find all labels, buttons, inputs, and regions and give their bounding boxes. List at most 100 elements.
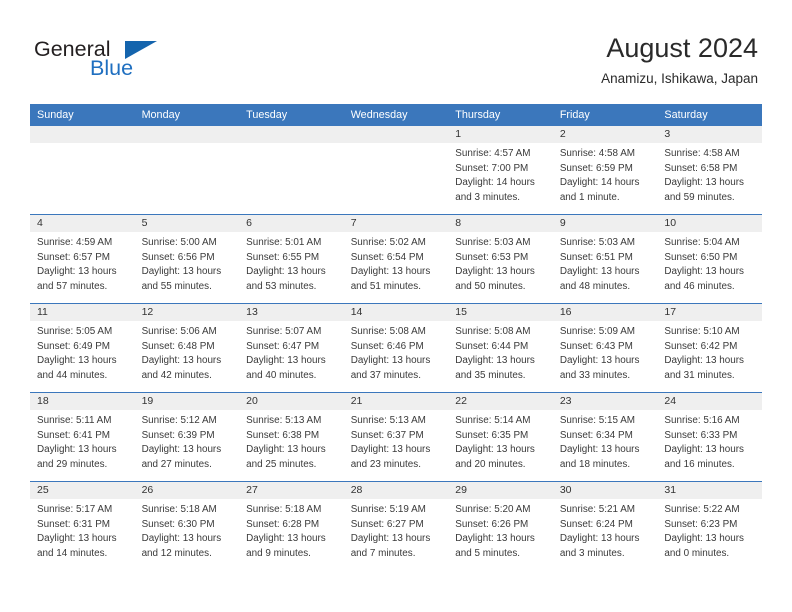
sunset-time: Sunset: 6:27 PM [350, 518, 424, 530]
calendar-day-cell-empty [134, 126, 240, 214]
day-details: Sunrise: 4:59 AM Sunset: 6:57 PM Daylight:… [30, 232, 135, 294]
day-number: 10 [657, 215, 762, 232]
day-details: Sunrise: 5:01 AM Sunset: 6:55 PM Daylight:… [239, 232, 344, 294]
sunrise-time: Sunrise: 5:08 AM [455, 326, 531, 337]
calendar-day-cell[interactable]: 26 Sunrise: 5:18 AM Sunset: 6:30 PM Dayligh… [134, 482, 240, 570]
calendar-day-cell[interactable]: 14 Sunrise: 5:08 AM Sunset: 6:46 PM Dayligh… [343, 304, 449, 392]
sunrise-time: Sunrise: 4:57 AM [455, 148, 531, 159]
calendar-day-cell[interactable]: 29 Sunrise: 5:20 AM Sunset: 6:26 PM Dayligh… [448, 482, 553, 570]
daylight-duration-line1: Daylight: 13 hours [246, 266, 326, 278]
calendar-day-cell[interactable]: 31 Sunrise: 5:22 AM Sunset: 6:23 PM Dayligh… [657, 482, 762, 570]
sunrise-time: Sunrise: 5:15 AM [559, 415, 636, 426]
day-number: 22 [448, 393, 553, 410]
daylight-duration-line2: and 59 minutes. [664, 191, 735, 203]
sunset-time: Sunset: 6:31 PM [37, 518, 111, 530]
sunset-time: Sunset: 6:23 PM [664, 518, 738, 530]
daylight-duration-line1: Daylight: 14 hours [455, 177, 535, 189]
calendar-day-cell[interactable]: 28 Sunrise: 5:19 AM Sunset: 6:27 PM Dayligh… [343, 482, 449, 570]
day-details: Sunrise: 5:06 AM Sunset: 6:48 PM Daylight:… [135, 321, 240, 383]
sunset-time: Sunset: 6:39 PM [141, 429, 215, 441]
daylight-duration-line1: Daylight: 13 hours [559, 533, 640, 545]
page-header: General Blue August 2024 Anamizu, Ishika… [0, 0, 792, 100]
day-number: 6 [239, 215, 344, 232]
day-number: 2 [552, 126, 658, 143]
calendar-day-cell[interactable]: 1 Sunrise: 4:57 AM Sunset: 7:00 PM Daylight… [448, 126, 553, 214]
calendar-day-cell[interactable]: 10 Sunrise: 5:04 AM Sunset: 6:50 PM Dayligh… [657, 215, 762, 303]
calendar-day-cell[interactable]: 6 Sunrise: 5:01 AM Sunset: 6:55 PM Daylight… [239, 215, 344, 303]
sunrise-time: Sunrise: 4:59 AM [37, 237, 113, 248]
daylight-duration-line1: Daylight: 13 hours [246, 533, 326, 545]
day-number: 1 [448, 126, 553, 143]
sunrise-time: Sunrise: 5:00 AM [141, 237, 217, 248]
weekday-header-monday: Monday [134, 104, 240, 126]
daylight-duration-line1: Daylight: 13 hours [664, 444, 744, 456]
calendar-day-cell-empty [239, 126, 344, 214]
page-subtitle: Anamizu, Ishikawa, Japan [601, 71, 758, 86]
sunrise-time: Sunrise: 5:18 AM [246, 504, 322, 515]
calendar-day-cell[interactable]: 20 Sunrise: 5:13 AM Sunset: 6:38 PM Dayligh… [239, 393, 344, 481]
general-blue-logo[interactable]: General Blue [34, 38, 234, 88]
sunrise-time: Sunrise: 5:21 AM [559, 504, 636, 515]
sunrise-time: Sunrise: 5:17 AM [37, 504, 113, 515]
calendar-day-cell[interactable]: 7 Sunrise: 5:02 AM Sunset: 6:54 PM Daylight… [343, 215, 449, 303]
day-number: 27 [239, 482, 344, 499]
calendar-day-cell[interactable]: 5 Sunrise: 5:00 AM Sunset: 6:56 PM Daylight… [134, 215, 240, 303]
day-number: 9 [552, 215, 658, 232]
daylight-duration-line1: Daylight: 13 hours [246, 355, 326, 367]
daylight-duration-line1: Daylight: 14 hours [559, 177, 640, 189]
daylight-duration-line1: Daylight: 13 hours [37, 355, 117, 367]
calendar-day-cell[interactable]: 8 Sunrise: 5:03 AM Sunset: 6:53 PM Daylight… [448, 215, 553, 303]
calendar-day-cell[interactable]: 17 Sunrise: 5:10 AM Sunset: 6:42 PM Dayligh… [657, 304, 762, 392]
calendar-day-cell[interactable]: 12 Sunrise: 5:06 AM Sunset: 6:48 PM Dayligh… [134, 304, 240, 392]
daylight-duration-line1: Daylight: 13 hours [559, 444, 640, 456]
calendar-day-cell[interactable]: 16 Sunrise: 5:09 AM Sunset: 6:43 PM Dayligh… [552, 304, 658, 392]
day-number [343, 126, 449, 143]
calendar-day-cell[interactable]: 22 Sunrise: 5:14 AM Sunset: 6:35 PM Dayligh… [448, 393, 553, 481]
day-number: 3 [657, 126, 762, 143]
sunset-time: Sunset: 6:57 PM [37, 251, 111, 263]
sunset-time: Sunset: 6:35 PM [455, 429, 529, 441]
sunrise-time: Sunrise: 5:05 AM [37, 326, 113, 337]
calendar-day-cell[interactable]: 21 Sunrise: 5:13 AM Sunset: 6:37 PM Dayligh… [343, 393, 449, 481]
day-number: 15 [448, 304, 553, 321]
daylight-duration-line2: and 53 minutes. [246, 280, 317, 292]
day-number: 17 [657, 304, 762, 321]
calendar-day-cell[interactable]: 15 Sunrise: 5:08 AM Sunset: 6:44 PM Dayligh… [448, 304, 553, 392]
calendar-day-cell[interactable]: 18 Sunrise: 5:11 AM Sunset: 6:41 PM Dayligh… [30, 393, 135, 481]
sunset-time: Sunset: 6:55 PM [246, 251, 320, 263]
sunset-time: Sunset: 6:43 PM [559, 340, 633, 352]
calendar-day-cell[interactable]: 11 Sunrise: 5:05 AM Sunset: 6:49 PM Dayligh… [30, 304, 135, 392]
calendar-day-cell[interactable]: 2 Sunrise: 4:58 AM Sunset: 6:59 PM Daylight… [552, 126, 658, 214]
daylight-duration-line1: Daylight: 13 hours [455, 266, 535, 278]
calendar-day-cell[interactable]: 4 Sunrise: 4:59 AM Sunset: 6:57 PM Daylight… [30, 215, 135, 303]
sunrise-time: Sunrise: 5:16 AM [664, 415, 740, 426]
sunrise-time: Sunrise: 5:01 AM [246, 237, 322, 248]
calendar-day-cell[interactable]: 30 Sunrise: 5:21 AM Sunset: 6:24 PM Dayligh… [552, 482, 658, 570]
daylight-duration-line1: Daylight: 13 hours [455, 444, 535, 456]
calendar-day-cell[interactable]: 24 Sunrise: 5:16 AM Sunset: 6:33 PM Dayligh… [657, 393, 762, 481]
calendar-day-cell[interactable]: 3 Sunrise: 4:58 AM Sunset: 6:58 PM Daylight… [657, 126, 762, 214]
calendar-day-cell[interactable]: 19 Sunrise: 5:12 AM Sunset: 6:39 PM Dayligh… [134, 393, 240, 481]
day-details: Sunrise: 4:57 AM Sunset: 7:00 PM Daylight:… [448, 143, 553, 205]
calendar-day-cell[interactable]: 13 Sunrise: 5:07 AM Sunset: 6:47 PM Dayligh… [239, 304, 344, 392]
day-details: Sunrise: 4:58 AM Sunset: 6:58 PM Daylight:… [657, 143, 762, 205]
calendar-day-cell[interactable]: 25 Sunrise: 5:17 AM Sunset: 6:31 PM Dayligh… [30, 482, 135, 570]
daylight-duration-line2: and 46 minutes. [664, 280, 735, 292]
sunrise-time: Sunrise: 4:58 AM [559, 148, 636, 159]
daylight-duration-line1: Daylight: 13 hours [350, 533, 431, 545]
day-number: 12 [134, 304, 240, 321]
daylight-duration-line2: and 3 minutes. [559, 547, 625, 559]
sunset-time: Sunset: 7:00 PM [455, 162, 529, 174]
daylight-duration-line1: Daylight: 13 hours [350, 444, 431, 456]
calendar-day-cell[interactable]: 23 Sunrise: 5:15 AM Sunset: 6:34 PM Dayligh… [552, 393, 658, 481]
day-number: 13 [239, 304, 344, 321]
calendar-day-cell[interactable]: 9 Sunrise: 5:03 AM Sunset: 6:51 PM Daylight… [552, 215, 658, 303]
day-details: Sunrise: 5:04 AM Sunset: 6:50 PM Daylight:… [657, 232, 762, 294]
sunrise-time: Sunrise: 5:09 AM [559, 326, 636, 337]
sunrise-time: Sunrise: 5:18 AM [141, 504, 217, 515]
daylight-duration-line2: and 57 minutes. [37, 280, 108, 292]
daylight-duration-line1: Daylight: 13 hours [350, 266, 431, 278]
calendar-header-row: Sunday Monday Tuesday Wednesday Thursday Frid… [30, 104, 762, 126]
calendar-day-cell[interactable]: 27 Sunrise: 5:18 AM Sunset: 6:28 PM Dayligh… [239, 482, 344, 570]
daylight-duration-line2: and 23 minutes. [350, 458, 421, 470]
